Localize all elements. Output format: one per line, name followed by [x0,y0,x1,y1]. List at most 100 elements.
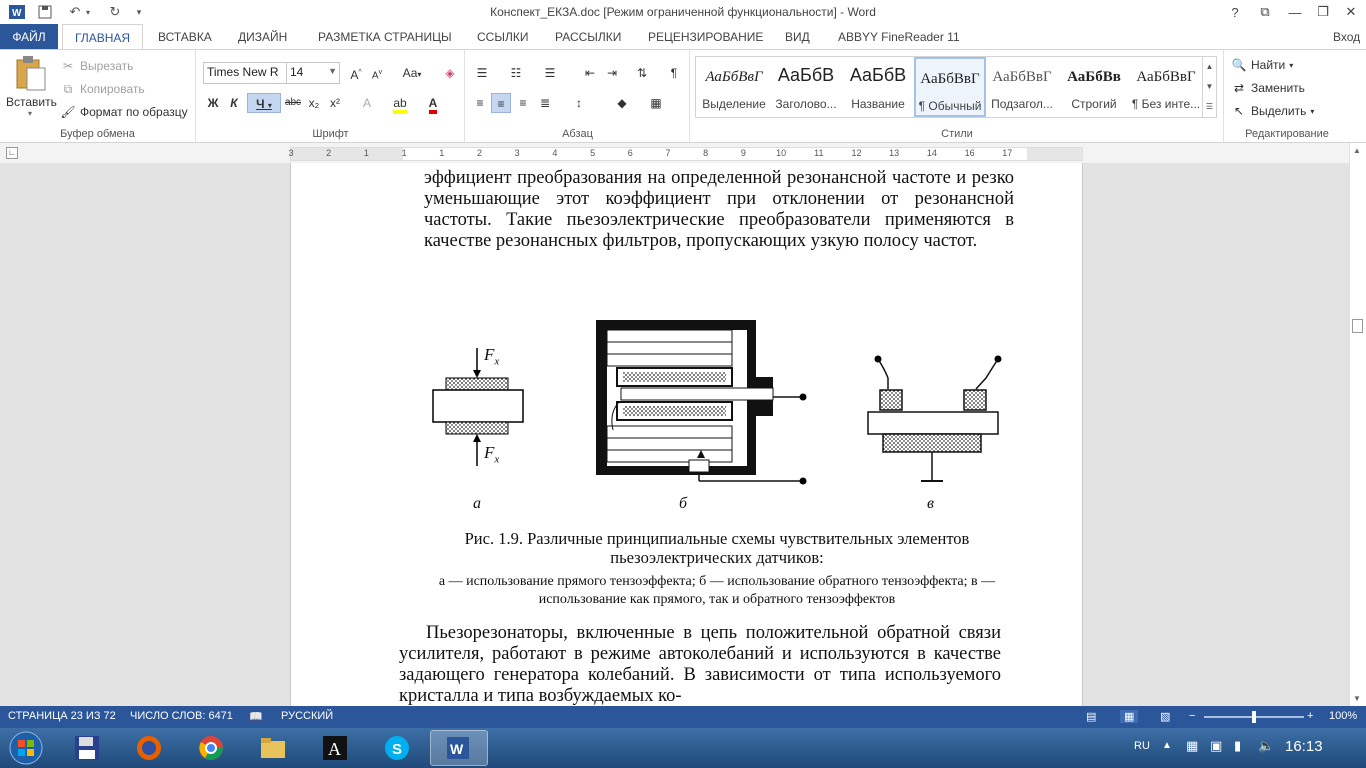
taskbar-abbyy[interactable]: A [306,730,364,766]
taskbar-explorer[interactable] [244,730,302,766]
scroll-up-icon[interactable]: ▲ [1353,146,1361,155]
page-count[interactable]: СТРАНИЦА 23 ИЗ 72 [8,710,116,722]
clear-formatting-icon[interactable]: ◈ [440,63,460,83]
cut-button[interactable]: ✂ Вырезать [60,58,133,74]
gallery-down-icon[interactable]: ▼ [1202,77,1216,97]
taskbar-skype[interactable]: S [368,730,426,766]
italic-button[interactable]: К [224,93,244,113]
paragraph-2[interactable]: Пьезорезонаторы, включенные в цепь полож… [399,623,1001,706]
start-button[interactable] [6,730,46,766]
minimize-button[interactable]: — [1280,0,1310,24]
tab-mailings[interactable]: РАССЫЛКИ [543,24,633,50]
sign-in-link[interactable]: Вход [1329,24,1364,50]
multilevel-list-icon[interactable]: ☰ [540,63,560,83]
decrease-indent-icon[interactable]: ⇤ [580,63,600,83]
taskbar-chrome[interactable] [182,730,240,766]
justify-icon[interactable]: ≣ [535,93,555,113]
style-normal[interactable]: АаБбВвГ ¶ Обычный [914,57,986,117]
subscript-button[interactable]: x₂ [304,93,324,113]
tray-signal-icon[interactable]: ▮ [1234,738,1241,754]
zoom-slider-thumb[interactable] [1252,711,1256,723]
increase-indent-icon[interactable]: ⇥ [602,63,622,83]
find-button[interactable]: 🔍 Найти ▾ [1231,57,1294,73]
tab-insert[interactable]: ВСТАВКА [146,24,224,50]
document-area[interactable]: эффициент преобразования на определенной… [0,163,1349,706]
document-page[interactable]: эффициент преобразования на определенной… [290,163,1083,706]
text-effects-icon[interactable]: A [357,93,377,113]
tab-file[interactable]: ФАЙЛ [0,24,58,50]
close-button[interactable]: ✕ [1336,0,1366,24]
taskbar-floppy-app[interactable] [58,730,116,766]
proofing-icon[interactable]: 📖 [249,710,263,723]
gallery-more-icon[interactable]: ☰ [1202,97,1216,117]
restore-button[interactable]: ❐ [1308,0,1338,24]
keyboard-language[interactable]: RU [1134,740,1150,752]
figure-caption-note[interactable]: а — использование прямого тензоэффекта; … [419,573,1015,609]
bold-button[interactable]: Ж [203,93,223,113]
align-right-icon[interactable]: ≡ [513,93,533,113]
style-heading[interactable]: АаБбВ Заголово... [770,57,842,117]
style-title[interactable]: АаБбВ Название [842,57,914,117]
gallery-up-icon[interactable]: ▲ [1202,57,1216,77]
tab-layout[interactable]: РАЗМЕТКА СТРАНИЦЫ [306,24,464,50]
tab-home[interactable]: ГЛАВНАЯ [62,24,144,50]
paragraph-1[interactable]: эффициент преобразования на определенной… [424,168,1014,252]
language-indicator[interactable]: РУССКИЙ [281,710,333,722]
tab-selector-icon[interactable]: ∟ [6,147,18,159]
superscript-button[interactable]: x² [325,93,345,113]
font-name-combo[interactable]: Times New R [203,62,287,84]
shading-icon[interactable]: ◆ [612,93,632,113]
vertical-scrollbar[interactable]: ▲ ▼ [1349,143,1366,706]
strikethrough-button[interactable]: abc [283,93,303,113]
paste-button[interactable]: Вставить ▾ [6,54,57,126]
zoom-in-icon[interactable]: + [1307,710,1313,722]
web-layout-icon[interactable]: ▧ [1160,710,1170,723]
line-spacing-icon[interactable]: ↕ [569,93,589,113]
figure-caption[interactable]: Рис. 1.9. Различные принципиальные схемы… [419,529,1015,567]
taskbar-word[interactable]: W [430,730,488,766]
tray-volume-icon[interactable]: 🔈 [1258,738,1274,754]
tray-device-icon[interactable]: ▣ [1210,738,1222,754]
zoom-out-icon[interactable]: − [1189,710,1195,722]
show-marks-icon[interactable]: ¶ [664,63,684,83]
style-emphasis[interactable]: АаБбВвГ Выделение [698,57,770,117]
change-case-button[interactable]: Аа▾ [397,63,427,83]
align-left-icon[interactable]: ≡ [470,93,490,113]
tray-network-icon[interactable]: ▦ [1186,738,1198,754]
tab-design[interactable]: ДИЗАЙН [226,24,299,50]
horizontal-ruler[interactable]: 3 2 1 1 1 2 3 4 5 6 7 8 9 10 11 12 13 14 16 17 [288,147,1083,161]
zoom-slider[interactable] [1204,711,1304,723]
grow-font-button[interactable]: A^ [346,63,366,83]
font-color-icon[interactable]: A [423,93,443,114]
ribbon-display-icon[interactable]: ⧉ [1250,0,1280,24]
numbering-icon[interactable]: ☷ [506,63,526,83]
font-size-combo[interactable]: 14 ▼ [286,62,340,84]
format-painter-button[interactable]: 🖌 Формат по образцу [60,104,187,120]
style-subtitle[interactable]: АаБбВвГ Подзагол... [986,57,1058,117]
taskbar-firefox[interactable] [120,730,178,766]
tab-view[interactable]: ВИД [773,24,822,50]
clock[interactable]: 16:13 [1285,738,1323,755]
style-no-spacing[interactable]: АаБбВвГ ¶ Без инте... [1130,57,1202,117]
replace-button[interactable]: ⇄ Заменить [1231,80,1305,96]
shrink-font-button[interactable]: Av [367,63,387,83]
help-button[interactable]: ? [1220,0,1250,24]
tab-references[interactable]: ССЫЛКИ [465,24,540,50]
underline-button[interactable]: Ч ▾ [247,93,281,113]
zoom-level[interactable]: 100% [1329,710,1357,722]
sort-icon[interactable]: ⇅ [632,63,652,83]
align-center-icon[interactable]: ≡ [491,93,511,113]
borders-icon[interactable]: ▦ [646,93,666,113]
select-button[interactable]: ↖ Выделить ▾ [1231,103,1314,119]
style-strong[interactable]: АаБбВв Строгий [1058,57,1130,117]
tab-abbyy[interactable]: ABBYY FineReader 11 [826,24,972,50]
print-layout-icon[interactable]: ▦ [1120,710,1139,723]
tab-review[interactable]: РЕЦЕНЗИРОВАНИЕ [636,24,775,50]
read-mode-icon[interactable]: ▤ [1086,710,1096,723]
word-count[interactable]: ЧИСЛО СЛОВ: 6471 [130,710,233,722]
bullets-icon[interactable]: ☰ [472,63,492,83]
highlight-icon[interactable]: ab [390,93,410,114]
scroll-thumb[interactable] [1352,319,1363,333]
scroll-down-icon[interactable]: ▼ [1353,694,1361,703]
tray-expand-icon[interactable]: ▲ [1162,740,1172,751]
